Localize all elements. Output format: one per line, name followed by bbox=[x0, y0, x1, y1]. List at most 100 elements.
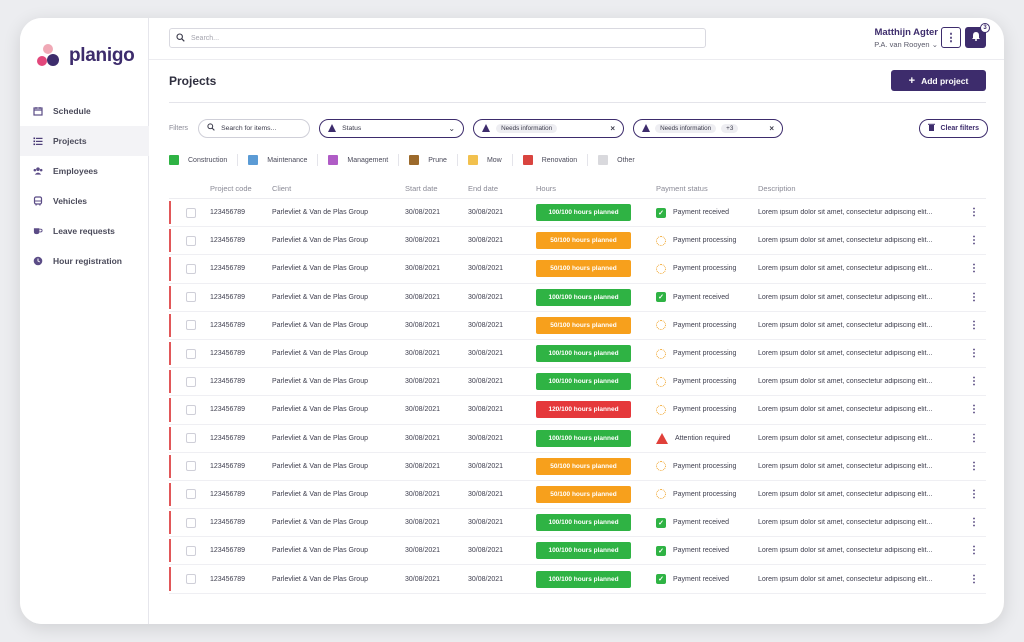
row-checkbox[interactable] bbox=[186, 545, 196, 556]
table-row[interactable]: 123456789 Parlevliet & Van de Plas Group 3… bbox=[169, 481, 986, 510]
legend-swatch bbox=[598, 155, 609, 165]
global-search-input[interactable]: Search... bbox=[169, 28, 706, 48]
check-icon: ✓ bbox=[656, 207, 666, 218]
kebab-icon: ⋮ bbox=[945, 32, 957, 44]
row-checkbox[interactable] bbox=[186, 235, 196, 246]
processing-icon bbox=[656, 376, 666, 387]
row-checkbox[interactable] bbox=[186, 320, 196, 331]
table-row[interactable]: 123456789 Parlevliet & Van de Plas Group 3… bbox=[169, 396, 986, 425]
row-menu-button[interactable]: ⋮ bbox=[962, 292, 986, 303]
close-icon[interactable]: × bbox=[610, 124, 615, 133]
description: Lorem ipsum dolor sit amet, consectetur … bbox=[758, 490, 933, 498]
table-row[interactable]: 123456789 Parlevliet & Van de Plas Group 3… bbox=[169, 565, 986, 594]
row-menu-button[interactable]: ⋮ bbox=[962, 517, 986, 528]
legend-item[interactable]: Construction bbox=[169, 154, 239, 166]
row-checkbox[interactable] bbox=[186, 517, 196, 528]
row-checkbox[interactable] bbox=[186, 263, 196, 274]
hours-badge: 120/100 hours planned bbox=[536, 401, 631, 419]
user-name: Matthijn Agter bbox=[874, 27, 938, 38]
column-header[interactable]: End date bbox=[468, 184, 536, 193]
column-header[interactable]: Description bbox=[758, 184, 962, 193]
description: Lorem ipsum dolor sit amet, consectetur … bbox=[758, 237, 933, 245]
row-checkbox[interactable] bbox=[186, 574, 196, 585]
add-project-button[interactable]: + Add project bbox=[891, 70, 986, 91]
row-menu-button[interactable]: ⋮ bbox=[962, 404, 986, 415]
legend-item[interactable]: Other bbox=[598, 154, 645, 166]
row-menu-button[interactable]: ⋮ bbox=[962, 489, 986, 500]
row-checkbox[interactable] bbox=[186, 348, 196, 359]
search-icon bbox=[207, 123, 215, 133]
row-menu-button[interactable]: ⋮ bbox=[962, 348, 986, 359]
project-code: 123456789 bbox=[210, 265, 246, 273]
legend-item[interactable]: Mow bbox=[467, 154, 513, 166]
row-menu-button[interactable]: ⋮ bbox=[962, 433, 986, 444]
app-window: planigo Schedule Projects Employees Vehi… bbox=[20, 18, 1004, 624]
table-row[interactable]: 123456789 Parlevliet & Van de Plas Group 3… bbox=[169, 199, 986, 228]
filter-needs-information-multi[interactable]: Needs information +3 × bbox=[633, 118, 784, 138]
client-name: Parlevliet & Van de Plas Group bbox=[272, 462, 368, 470]
row-checkbox[interactable] bbox=[186, 433, 196, 444]
clear-filters-button[interactable]: Clear filters bbox=[919, 118, 988, 138]
kebab-icon: ⋮ bbox=[969, 207, 979, 219]
column-header[interactable]: Client bbox=[272, 184, 405, 193]
row-checkbox[interactable] bbox=[186, 404, 196, 415]
table-row[interactable]: 123456789 Parlevliet & Van de Plas Group 3… bbox=[169, 425, 986, 453]
table-row[interactable]: 123456789 Parlevliet & Van de Plas Group 3… bbox=[169, 284, 986, 312]
legend-item[interactable]: Prune bbox=[409, 154, 458, 166]
filter-search-placeholder: Search for items... bbox=[221, 124, 277, 132]
filter-needs-information[interactable]: Needs information × bbox=[473, 118, 625, 138]
column-header[interactable]: Hours bbox=[536, 184, 656, 193]
row-checkbox[interactable] bbox=[186, 292, 196, 303]
sidebar-item-vehicles[interactable]: Vehicles bbox=[20, 186, 149, 216]
row-checkbox[interactable] bbox=[186, 207, 196, 218]
sidebar-item-hour-registration[interactable]: Hour registration bbox=[20, 246, 149, 276]
table-row[interactable]: 123456789 Parlevliet & Van de Plas Group 3… bbox=[169, 509, 986, 538]
row-menu-button[interactable]: ⋮ bbox=[962, 574, 986, 585]
legend-item[interactable]: Maintenance bbox=[248, 154, 319, 166]
legend-label: Other bbox=[617, 156, 635, 164]
hours-badge: 100/100 hours planned bbox=[536, 373, 631, 391]
logo[interactable]: planigo bbox=[37, 44, 135, 68]
row-menu-button[interactable]: ⋮ bbox=[962, 320, 986, 331]
table-row[interactable]: 123456789 Parlevliet & Van de Plas Group 3… bbox=[169, 340, 986, 369]
row-menu-button[interactable]: ⋮ bbox=[962, 235, 986, 246]
notifications-button[interactable]: 3 bbox=[965, 23, 990, 48]
sidebar-item-leave-requests[interactable]: Leave requests bbox=[20, 216, 149, 246]
column-header[interactable]: Start date bbox=[405, 184, 468, 193]
start-date: 30/08/2021 bbox=[405, 378, 441, 386]
legend-item[interactable]: Renovation bbox=[522, 154, 589, 166]
kebab-icon: ⋮ bbox=[969, 488, 979, 500]
table-row[interactable]: 123456789 Parlevliet & Van de Plas Group 3… bbox=[169, 227, 986, 256]
column-header[interactable]: Project code bbox=[210, 184, 272, 193]
sidebar-item-projects[interactable]: Projects bbox=[20, 126, 149, 156]
filter-search-input[interactable]: Search for items... bbox=[198, 118, 311, 138]
sidebar-item-schedule[interactable]: Schedule bbox=[20, 96, 149, 126]
table-row[interactable]: 123456789 Parlevliet & Van de Plas Group 3… bbox=[169, 537, 986, 566]
table-body: 123456789 Parlevliet & Van de Plas Group 3… bbox=[169, 199, 986, 594]
legend-swatch bbox=[522, 155, 533, 165]
row-menu-button[interactable]: ⋮ bbox=[962, 376, 986, 387]
table-row[interactable]: 123456789 Parlevliet & Van de Plas Group 3… bbox=[169, 255, 986, 284]
user-menu[interactable]: Matthijn Agter P.A. van Rooyen ⌄ bbox=[874, 27, 938, 49]
search-icon bbox=[176, 32, 185, 44]
sidebar-item-label: Vehicles bbox=[53, 196, 88, 206]
table-row[interactable]: 123456789 Parlevliet & Van de Plas Group 3… bbox=[169, 453, 986, 481]
row-checkbox[interactable] bbox=[186, 489, 196, 500]
row-menu-button[interactable]: ⋮ bbox=[962, 545, 986, 556]
legend-item[interactable]: Management bbox=[328, 154, 400, 166]
column-header[interactable]: Payment status bbox=[656, 184, 758, 193]
payment-status-label: Attention required bbox=[675, 434, 731, 442]
close-icon[interactable]: × bbox=[769, 124, 774, 133]
row-menu-button[interactable]: ⋮ bbox=[962, 461, 986, 472]
table-row[interactable]: 123456789 Parlevliet & Van de Plas Group 3… bbox=[169, 368, 986, 397]
sidebar-item-employees[interactable]: Employees bbox=[20, 156, 149, 186]
row-menu-button[interactable]: ⋮ bbox=[962, 207, 986, 218]
row-checkbox[interactable] bbox=[186, 461, 196, 472]
row-checkbox[interactable] bbox=[186, 376, 196, 387]
project-code: 123456789 bbox=[210, 519, 246, 527]
more-options-button[interactable]: ⋮ bbox=[941, 27, 961, 48]
topbar: Search... Matthijn Agter P.A. van Rooyen… bbox=[149, 18, 1004, 60]
row-menu-button[interactable]: ⋮ bbox=[962, 263, 986, 274]
table-row[interactable]: 123456789 Parlevliet & Van de Plas Group 3… bbox=[169, 312, 986, 340]
status-dropdown[interactable]: Status ⌄ bbox=[319, 118, 465, 138]
